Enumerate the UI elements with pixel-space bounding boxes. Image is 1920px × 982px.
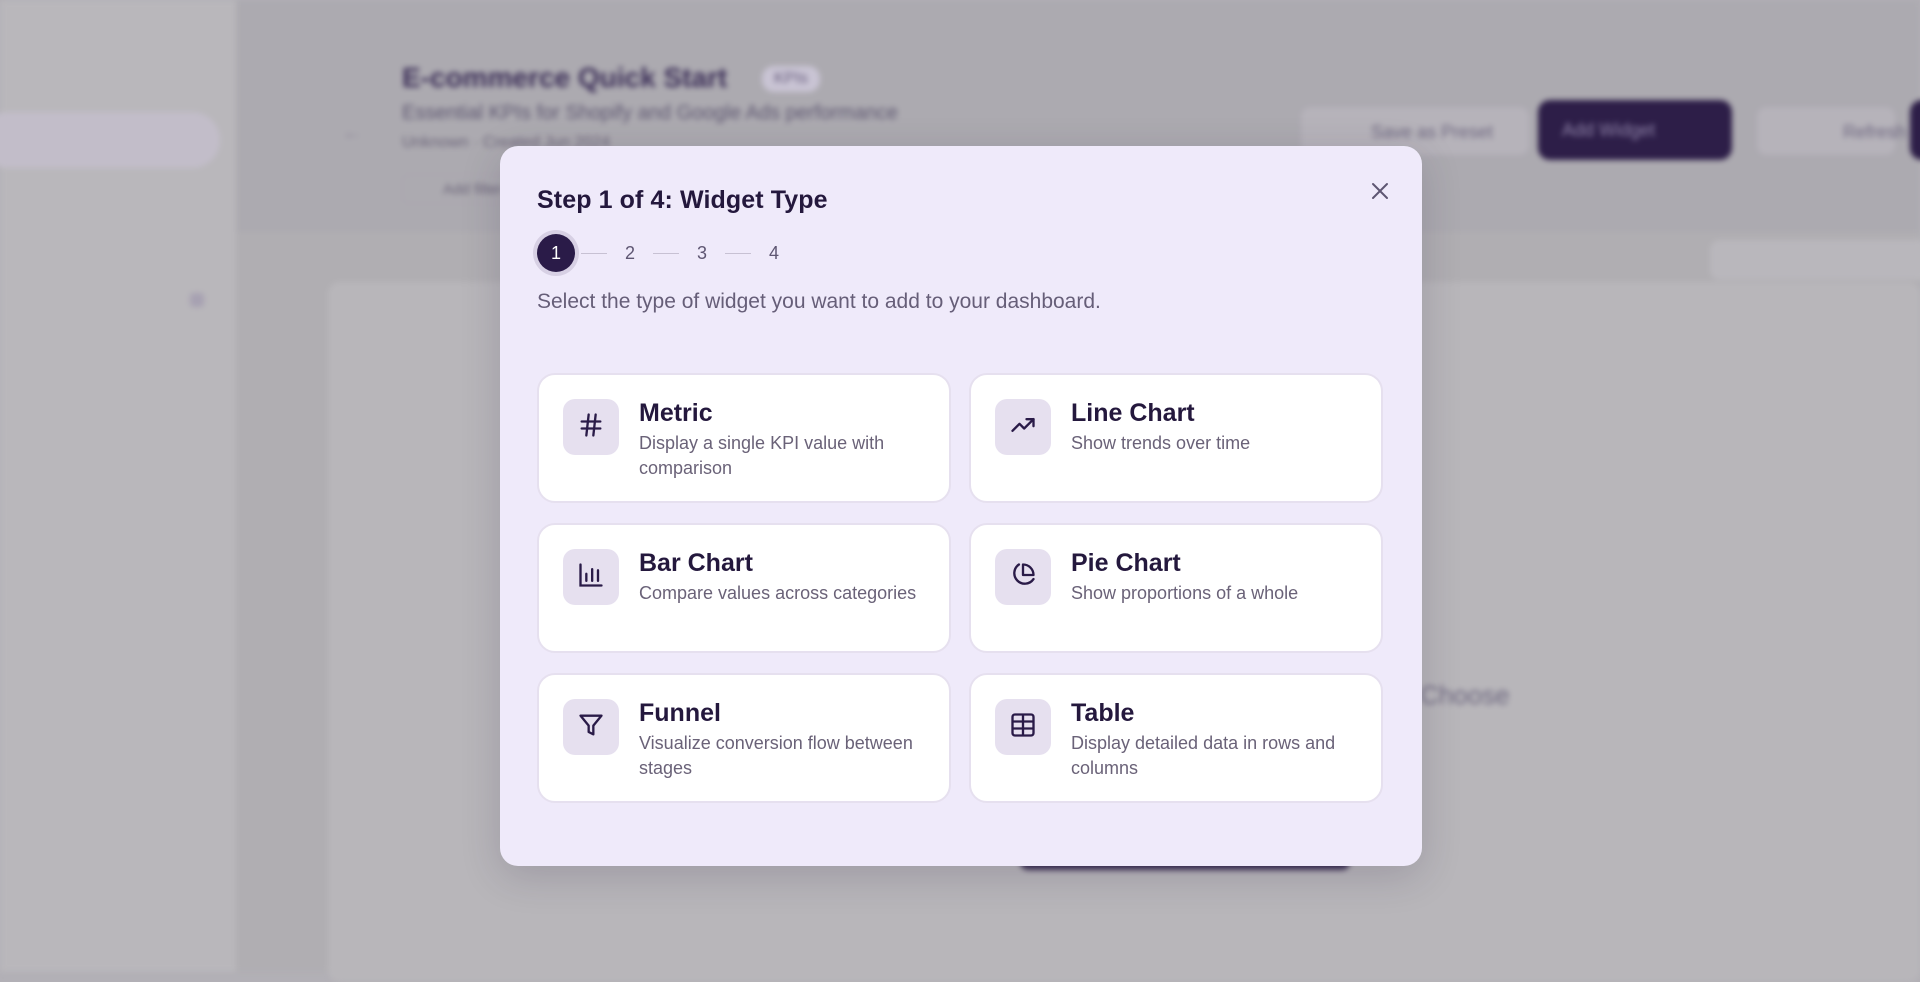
step-1: 1 — [537, 234, 575, 272]
close-button[interactable] — [1365, 178, 1395, 208]
step-indicator: 1 2 3 4 — [537, 230, 793, 276]
icon-tile — [563, 399, 619, 455]
widget-type-description: Show trends over time — [1071, 433, 1251, 453]
back-arrow-icon: ← — [342, 122, 362, 144]
add-widget-button: Add Widget — [1538, 100, 1732, 160]
dialog-title: Step 1 of 4: Widget Type — [537, 186, 828, 214]
funnel-icon — [577, 711, 605, 744]
widget-type-bar-chart[interactable]: Bar Chart Compare values across categori… — [537, 523, 951, 653]
widget-type-name: Table — [1071, 699, 1135, 727]
widget-type-funnel[interactable]: Funnel Visualize conversion flow between… — [537, 673, 951, 803]
add-filter-button: Add filter — [402, 174, 512, 204]
widget-type-description: Compare values across categories — [639, 583, 917, 603]
pie-chart-icon — [1009, 561, 1037, 594]
hash-icon — [577, 411, 605, 444]
icon-tile — [563, 549, 619, 605]
more-button — [1910, 100, 1920, 160]
dialog-description: Select the type of widget you want to ad… — [537, 290, 1101, 313]
widget-type-name: Bar Chart — [639, 549, 753, 577]
refresh-button: Refresh — [1756, 106, 1906, 156]
widget-type-pie-chart[interactable]: Pie Chart Show proportions of a whole — [969, 523, 1383, 653]
step-4: 4 — [768, 242, 779, 263]
close-icon — [1370, 181, 1390, 206]
add-widget-dialog: Step 1 of 4: Widget Type 1 2 3 4 Select … — [500, 146, 1422, 866]
widget-type-metric[interactable]: Metric Display a single KPI value with c… — [537, 373, 951, 503]
widget-type-grid: Metric Display a single KPI value with c… — [537, 373, 1383, 803]
dashboard-badge: KPIs — [762, 66, 820, 92]
widget-type-description: Display detailed data in rows and column… — [1071, 733, 1336, 778]
widget-type-table[interactable]: Table Display detailed data in rows and … — [969, 673, 1383, 803]
trending-up-icon — [1009, 411, 1037, 444]
widget-type-name: Line Chart — [1071, 399, 1195, 427]
widget-type-name: Funnel — [639, 699, 721, 727]
sidebar — [0, 0, 236, 972]
icon-tile — [995, 699, 1051, 755]
widget-type-description: Display a single KPI value with comparis… — [639, 433, 885, 478]
bar-chart-icon — [577, 561, 605, 594]
icon-tile — [995, 549, 1051, 605]
empty-state-text: Choose — [1420, 680, 1510, 710]
step-divider — [725, 252, 751, 254]
step-2: 2 — [624, 242, 635, 263]
step-divider — [581, 252, 607, 254]
dashboard-subtitle: Essential KPIs for Shopify and Google Ad… — [402, 102, 898, 124]
widget-type-name: Pie Chart — [1071, 549, 1181, 577]
widget-type-name: Metric — [639, 399, 713, 427]
table-icon — [1009, 711, 1037, 744]
dashboard-title: E-commerce Quick Start — [402, 62, 728, 93]
step-divider — [653, 252, 679, 254]
widget-type-description: Show proportions of a whole — [1071, 583, 1299, 603]
icon-tile — [563, 699, 619, 755]
widget-type-description: Visualize conversion flow between stages — [639, 733, 913, 778]
sidebar-collapse-icon — [190, 293, 204, 307]
icon-tile — [995, 399, 1051, 455]
step-3: 3 — [696, 242, 707, 263]
widget-type-line-chart[interactable]: Line Chart Show trends over time — [969, 373, 1383, 503]
sidebar-active-item — [0, 112, 220, 168]
header-chip — [1710, 240, 1920, 280]
